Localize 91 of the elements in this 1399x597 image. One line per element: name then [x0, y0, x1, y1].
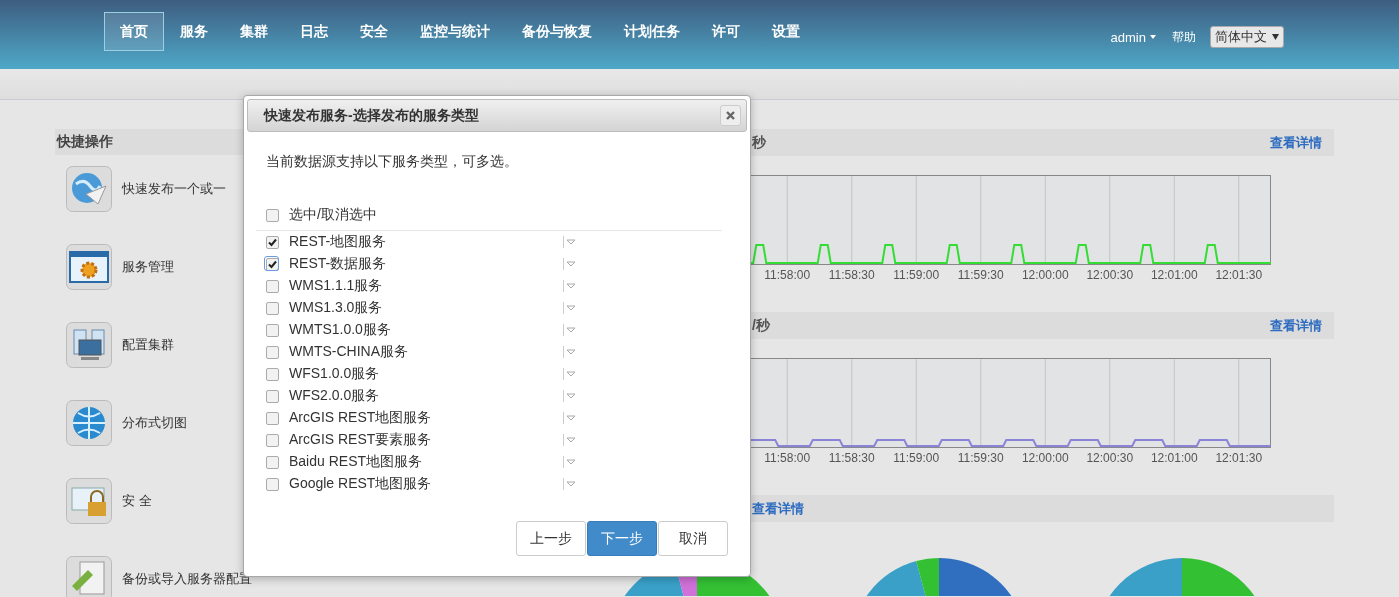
dialog-button[interactable]: 上一步 — [516, 521, 586, 556]
option-label: Baidu REST地图服务 — [289, 453, 423, 471]
dropdown-icon[interactable] — [563, 280, 577, 292]
action-label[interactable]: 配置集群 — [122, 336, 174, 354]
view-details-link[interactable]: 查看详情 — [1270, 133, 1322, 152]
panel-title: /秒 — [752, 316, 770, 335]
dialog-button[interactable]: 取消 — [658, 521, 728, 556]
axis-label: 12:01:00 — [1149, 268, 1199, 282]
primary-button[interactable]: 下一步 — [587, 521, 657, 556]
dropdown-icon[interactable] — [563, 412, 577, 424]
axis-label: 12:00:30 — [1085, 451, 1135, 465]
language-select[interactable]: 简体中文 — [1210, 26, 1284, 48]
checkbox[interactable] — [266, 345, 279, 359]
help-link[interactable]: 帮助 — [1172, 28, 1196, 46]
axis-label: 11:59:00 — [892, 451, 941, 465]
view-details-link[interactable]: 查看详情 — [1270, 316, 1322, 335]
checkbox[interactable] — [266, 477, 279, 491]
dropdown-icon[interactable] — [563, 368, 577, 380]
dropdown-icon[interactable] — [563, 324, 577, 336]
option-label: WMTS1.0.0服务 — [289, 321, 391, 339]
action-label[interactable]: 安 全 — [122, 492, 152, 510]
axis-label: 12:01:00 — [1149, 451, 1199, 465]
action-label[interactable]: 快速发布一个或一 — [122, 180, 226, 198]
option-label: ArcGIS REST地图服务 — [289, 409, 432, 427]
axis-label: 11:58:00 — [763, 268, 812, 282]
caret-icon — [1272, 34, 1279, 40]
option-label: Google REST地图服务 — [289, 475, 432, 493]
caret-icon — [1150, 35, 1156, 39]
dropdown-icon[interactable] — [563, 302, 577, 314]
axis-label: 11:59:00 — [892, 268, 941, 282]
axis-label: 11:58:30 — [827, 268, 876, 282]
option-label: REST-地图服务 — [289, 233, 387, 251]
checkbox[interactable] — [266, 279, 279, 293]
axis-label: 11:59:30 — [956, 268, 1005, 282]
dialog-title: 快速发布服务-选择发布的服务类型 — [264, 106, 479, 125]
dropdown-icon[interactable] — [563, 236, 577, 248]
nav-tab[interactable]: 备份与恢复 — [506, 12, 608, 51]
checkbox[interactable] — [266, 367, 279, 381]
panel-title: 秒 — [752, 133, 766, 152]
option-label: WFS2.0.0服务 — [289, 387, 380, 405]
nav-tab[interactable]: 首页 — [104, 12, 164, 51]
checkbox[interactable] — [266, 411, 279, 425]
action-label[interactable]: 服务管理 — [122, 258, 174, 276]
nav-tab[interactable]: 许可 — [696, 12, 756, 51]
axis-label: 11:58:30 — [827, 451, 876, 465]
view-details-link[interactable]: 查看详情 — [752, 499, 804, 518]
option-label: WMS1.1.1服务 — [289, 277, 383, 295]
globe-icon[interactable] — [66, 400, 112, 446]
close-icon — [726, 111, 735, 120]
dropdown-icon[interactable] — [563, 346, 577, 358]
axis-label: 12:00:00 — [1020, 451, 1070, 465]
dropdown-icon[interactable] — [563, 390, 577, 402]
nav-tab[interactable]: 安全 — [344, 12, 404, 51]
checkbox[interactable] — [266, 301, 279, 315]
nav-tab[interactable]: 计划任务 — [608, 12, 696, 51]
nav-tab[interactable]: 集群 — [224, 12, 284, 51]
option-label: 选中/取消选中 — [289, 206, 377, 224]
option-label: WFS1.0.0服务 — [289, 365, 380, 383]
checkbox[interactable] — [266, 323, 279, 337]
computers-icon[interactable] — [66, 322, 112, 368]
checkbox[interactable] — [266, 235, 279, 249]
dropdown-icon[interactable] — [563, 258, 577, 270]
lock-icon[interactable] — [66, 478, 112, 524]
nav-tab[interactable]: 服务 — [164, 12, 224, 51]
dropdown-icon[interactable] — [563, 478, 577, 490]
checkbox[interactable] — [266, 389, 279, 403]
dropdown-icon[interactable] — [563, 456, 577, 468]
dropdown-icon[interactable] — [563, 434, 577, 446]
close-button[interactable] — [720, 105, 741, 126]
option-label: ArcGIS REST要素服务 — [289, 431, 432, 449]
user-menu[interactable]: admin — [1110, 29, 1156, 45]
gear-window-icon[interactable] — [66, 244, 112, 290]
nav-tab[interactable]: 监控与统计 — [404, 12, 506, 51]
nav-tab[interactable]: 日志 — [284, 12, 344, 51]
nav-tab[interactable]: 设置 — [756, 12, 816, 51]
option-label: WMS1.3.0服务 — [289, 299, 383, 317]
option-label: WMTS-CHINA服务 — [289, 343, 408, 361]
option-label: REST-数据服务 — [289, 255, 387, 273]
description: 当前数据源支持以下服务类型，可多选。 — [266, 153, 519, 171]
checkbox[interactable] — [266, 208, 279, 222]
globe-plane-icon[interactable] — [66, 166, 112, 212]
axis-label: 12:01:30 — [1214, 451, 1264, 465]
action-label[interactable]: 分布式切图 — [122, 414, 187, 432]
axis-label: 12:00:00 — [1020, 268, 1070, 282]
axis-label: 12:00:30 — [1085, 268, 1135, 282]
checkbox[interactable] — [266, 455, 279, 469]
axis-label: 11:59:30 — [956, 451, 1005, 465]
axis-label: 11:58:00 — [763, 451, 812, 465]
axis-label: 12:01:30 — [1214, 268, 1264, 282]
wrench-document-icon[interactable] — [66, 556, 112, 597]
checkbox[interactable] — [266, 433, 279, 447]
